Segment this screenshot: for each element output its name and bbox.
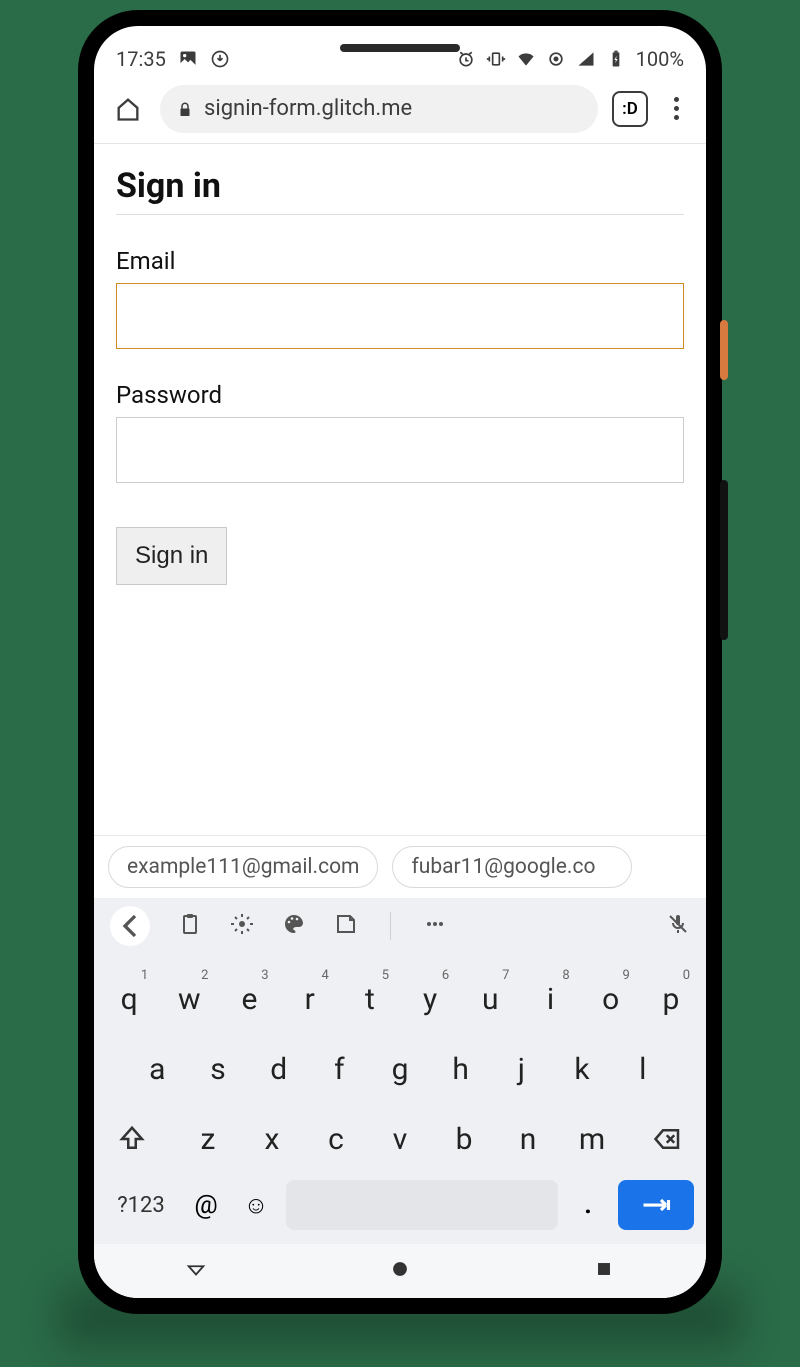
key-l[interactable]: l — [613, 1034, 672, 1104]
key-z[interactable]: z — [176, 1104, 240, 1174]
key-m[interactable]: m — [560, 1104, 624, 1174]
home-button[interactable] — [110, 91, 146, 127]
suggestion-chip[interactable]: fubar11@google.co — [392, 846, 632, 888]
key-h[interactable]: h — [431, 1034, 490, 1104]
hotspot-icon — [546, 49, 566, 69]
password-label: Password — [116, 381, 684, 409]
keyboard-toolbar — [94, 898, 706, 954]
key-g[interactable]: g — [371, 1034, 430, 1104]
keyboard-area: example111@gmail.com fubar11@google.co — [94, 835, 706, 1298]
suggestion-bar: example111@gmail.com fubar11@google.co — [94, 836, 706, 898]
key-k[interactable]: k — [553, 1034, 612, 1104]
wifi-icon — [516, 49, 536, 69]
key-f[interactable]: f — [310, 1034, 369, 1104]
key-w[interactable]: 2w — [160, 964, 218, 1034]
vibrate-icon — [486, 49, 506, 69]
period-key[interactable]: . — [568, 1190, 608, 1220]
url-text: signin-form.glitch.me — [204, 96, 412, 121]
lock-icon — [176, 100, 194, 118]
symbols-key[interactable]: ?123 — [106, 1193, 176, 1218]
menu-button[interactable] — [662, 97, 690, 120]
key-j[interactable]: j — [492, 1034, 551, 1104]
page-content: Sign in Email Password Sign in — [94, 144, 706, 835]
key-r[interactable]: 4r — [281, 964, 339, 1034]
key-n[interactable]: n — [496, 1104, 560, 1174]
signin-button[interactable]: Sign in — [116, 527, 227, 585]
suggestion-chip[interactable]: example111@gmail.com — [108, 846, 378, 888]
separator — [390, 912, 391, 940]
key-a[interactable]: a — [128, 1034, 187, 1104]
clipboard-icon[interactable] — [178, 912, 202, 940]
backspace-key[interactable] — [636, 1108, 700, 1170]
keyboard: 1q2w3e4r5t6y7u8i9o0p asdfghjkl zxcvbnm ?… — [94, 954, 706, 1244]
at-key[interactable]: @ — [186, 1190, 226, 1220]
status-bar: 17:35 — [94, 26, 706, 74]
key-p[interactable]: 0p — [642, 964, 700, 1034]
key-i[interactable]: 8i — [521, 964, 579, 1034]
password-input[interactable] — [116, 417, 684, 483]
key-b[interactable]: b — [432, 1104, 496, 1174]
sticker-icon[interactable] — [334, 912, 358, 940]
nav-home-icon[interactable] — [389, 1258, 411, 1284]
tab-count-button[interactable]: :D — [612, 91, 648, 127]
phone-volume-button — [720, 480, 728, 640]
phone-power-button — [720, 320, 728, 380]
system-nav-bar — [94, 1244, 706, 1298]
password-field-group: Password — [116, 381, 684, 483]
nav-back-icon[interactable] — [185, 1258, 207, 1284]
key-o[interactable]: 9o — [582, 964, 640, 1034]
nav-recent-icon[interactable] — [593, 1258, 615, 1284]
enter-key[interactable] — [618, 1180, 694, 1230]
image-icon — [178, 49, 198, 69]
battery-icon — [606, 49, 626, 69]
status-time: 17:35 — [116, 47, 166, 71]
key-y[interactable]: 6y — [401, 964, 459, 1034]
phone-frame: 17:35 — [78, 10, 722, 1314]
downloads-icon — [210, 49, 230, 69]
key-t[interactable]: 5t — [341, 964, 399, 1034]
space-key[interactable] — [286, 1180, 558, 1230]
key-c[interactable]: c — [304, 1104, 368, 1174]
gear-icon[interactable] — [230, 912, 254, 940]
palette-icon[interactable] — [282, 912, 306, 940]
email-field-group: Email — [116, 247, 684, 349]
shift-key[interactable] — [100, 1108, 164, 1170]
mic-off-icon[interactable] — [666, 912, 690, 940]
email-label: Email — [116, 247, 684, 275]
keyboard-collapse-button[interactable] — [110, 906, 150, 946]
key-x[interactable]: x — [240, 1104, 304, 1174]
battery-percentage: 100% — [636, 47, 684, 71]
key-v[interactable]: v — [368, 1104, 432, 1174]
emoji-key[interactable]: ☺ — [236, 1191, 276, 1220]
key-e[interactable]: 3e — [220, 964, 278, 1034]
key-u[interactable]: 7u — [461, 964, 519, 1034]
key-d[interactable]: d — [249, 1034, 308, 1104]
page-title: Sign in — [116, 166, 684, 215]
email-input[interactable] — [116, 283, 684, 349]
tab-count-label: :D — [622, 99, 638, 119]
more-icon[interactable] — [423, 912, 447, 940]
browser-toolbar: signin-form.glitch.me :D — [94, 74, 706, 144]
screen: 17:35 — [94, 26, 706, 1298]
key-q[interactable]: 1q — [100, 964, 158, 1034]
key-s[interactable]: s — [189, 1034, 248, 1104]
address-bar[interactable]: signin-form.glitch.me — [160, 85, 598, 133]
signal-icon — [576, 49, 596, 69]
alarm-icon — [456, 49, 476, 69]
